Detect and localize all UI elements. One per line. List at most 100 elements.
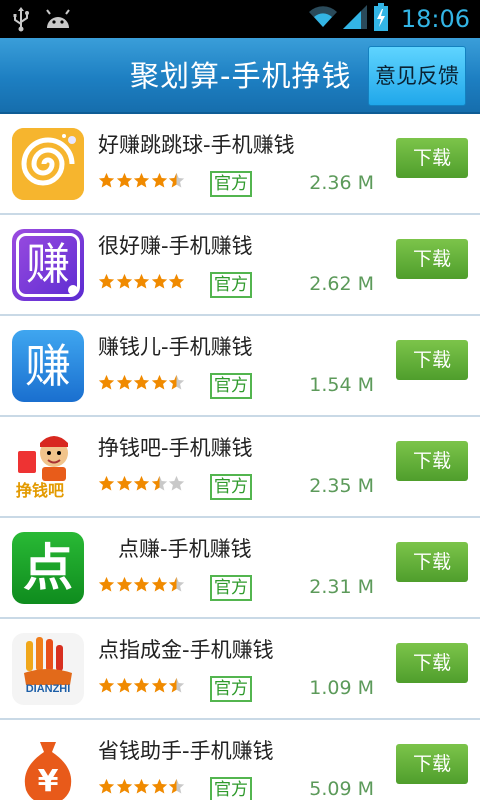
app-name: 挣钱吧-手机赚钱: [98, 436, 253, 460]
icon-glyph: 赚: [25, 339, 71, 393]
list-item[interactable]: 好赚跳跳球-手机赚钱 官方 2.36 M 下载: [0, 114, 480, 215]
app-size: 5.09 M: [309, 778, 374, 800]
rating-stars: [98, 475, 186, 497]
rating-stars: [98, 778, 186, 800]
star-full-icon: [98, 273, 115, 290]
star-half-icon: [168, 677, 185, 694]
app-name: 赚钱儿-手机赚钱: [98, 335, 253, 359]
status-clock: 18:06: [400, 5, 470, 33]
feedback-button[interactable]: 意见反馈: [368, 46, 466, 106]
list-item[interactable]: ¥ 省钱助手-手机赚钱 官方 5.09 M 下载: [0, 720, 480, 800]
dian-green-icon: 点: [12, 532, 84, 604]
download-button[interactable]: 下载: [396, 643, 468, 683]
icon-glyph: 挣钱吧: [16, 481, 65, 500]
app-size: 2.31 M: [309, 576, 374, 598]
page-title: 聚划算-手机挣钱: [130, 59, 352, 93]
zhuan-purple-icon: 赚: [12, 229, 84, 301]
star-full-icon: [116, 475, 133, 492]
app-header: 聚划算-手机挣钱 意见反馈: [0, 38, 480, 114]
download-button[interactable]: 下载: [396, 138, 468, 178]
star-full-icon: [151, 273, 168, 290]
rating-stars: [98, 677, 186, 699]
star-half-icon: [168, 778, 185, 795]
download-button[interactable]: 下载: [396, 441, 468, 481]
list-item[interactable]: 点 点赚-手机赚钱 官方 2.31 M 下载: [0, 518, 480, 619]
star-full-icon: [98, 677, 115, 694]
star-full-icon: [133, 475, 150, 492]
star-full-icon: [116, 576, 133, 593]
star-half-icon: [168, 172, 185, 189]
download-button[interactable]: 下载: [396, 542, 468, 582]
icon-glyph: ¥: [37, 764, 59, 799]
app-size: 1.09 M: [309, 677, 374, 699]
star-full-icon: [133, 374, 150, 391]
star-full-icon: [133, 677, 150, 694]
signal-icon: [342, 5, 367, 33]
official-badge: 官方: [210, 777, 252, 800]
app-name: 好赚跳跳球-手机赚钱: [98, 133, 295, 157]
star-full-icon: [98, 576, 115, 593]
app-name: 省钱助手-手机赚钱: [98, 739, 274, 763]
star-full-icon: [116, 374, 133, 391]
android-icon: [44, 8, 72, 34]
star-full-icon: [98, 475, 115, 492]
money-bag-icon: ¥: [12, 734, 84, 800]
star-full-icon: [151, 576, 168, 593]
list-item[interactable]: DIANZHI 点指成金-手机赚钱 官方 1.09 M 下载: [0, 619, 480, 720]
icon-glyph: DIANZHI: [25, 683, 71, 695]
app-size: 2.35 M: [309, 475, 374, 497]
status-bar: 18:06: [0, 0, 480, 38]
official-badge: 官方: [210, 575, 252, 601]
app-list: 好赚跳跳球-手机赚钱 官方 2.36 M 下载 赚 很好赚-手机赚钱 官方 2.…: [0, 114, 480, 800]
star-full-icon: [133, 576, 150, 593]
star-full-icon: [133, 172, 150, 189]
rating-stars: [98, 374, 186, 396]
star-full-icon: [116, 677, 133, 694]
app-name: 点赚-手机赚钱: [98, 537, 252, 561]
star-full-icon: [151, 778, 168, 795]
star-full-icon: [98, 172, 115, 189]
icon-dot: [68, 285, 78, 295]
rating-stars: [98, 172, 186, 194]
download-button[interactable]: 下载: [396, 744, 468, 784]
usb-icon: [12, 6, 30, 36]
star-half-icon: [168, 576, 185, 593]
app-name: 点指成金-手机赚钱: [98, 638, 274, 662]
swirl-ball-icon: [12, 128, 84, 200]
app-size: 2.62 M: [309, 273, 374, 295]
official-badge: 官方: [210, 474, 252, 500]
star-full-icon: [151, 172, 168, 189]
wifi-icon: [308, 6, 337, 32]
battery-icon: [373, 3, 389, 35]
list-item[interactable]: 赚 赚钱儿-手机赚钱 官方 1.54 M 下载: [0, 316, 480, 417]
star-full-icon: [98, 374, 115, 391]
rating-stars: [98, 273, 186, 295]
star-half-icon: [151, 475, 168, 492]
list-item[interactable]: 挣钱吧 挣钱吧-手机赚钱 官方 2.35 M 下载: [0, 417, 480, 518]
app-size: 1.54 M: [309, 374, 374, 396]
official-badge: 官方: [210, 272, 252, 298]
monkey-cartoon-icon: 挣钱吧: [12, 431, 84, 503]
dianzhi-hand-icon: DIANZHI: [12, 633, 84, 705]
icon-glyph: 点: [23, 539, 73, 597]
star-full-icon: [151, 374, 168, 391]
official-badge: 官方: [210, 373, 252, 399]
app-name: 很好赚-手机赚钱: [98, 234, 253, 258]
star-full-icon: [168, 273, 185, 290]
official-badge: 官方: [210, 171, 252, 197]
star-full-icon: [133, 273, 150, 290]
official-badge: 官方: [210, 676, 252, 702]
download-button[interactable]: 下载: [396, 340, 468, 380]
app-size: 2.36 M: [309, 172, 374, 194]
star-full-icon: [133, 778, 150, 795]
star-full-icon: [151, 677, 168, 694]
star-empty-icon: [168, 475, 185, 492]
list-item[interactable]: 赚 很好赚-手机赚钱 官方 2.62 M 下载: [0, 215, 480, 316]
download-button[interactable]: 下载: [396, 239, 468, 279]
star-half-icon: [168, 374, 185, 391]
zhuan-blue-icon: 赚: [12, 330, 84, 402]
star-full-icon: [116, 273, 133, 290]
rating-stars: [98, 576, 186, 598]
star-full-icon: [116, 778, 133, 795]
star-full-icon: [116, 172, 133, 189]
